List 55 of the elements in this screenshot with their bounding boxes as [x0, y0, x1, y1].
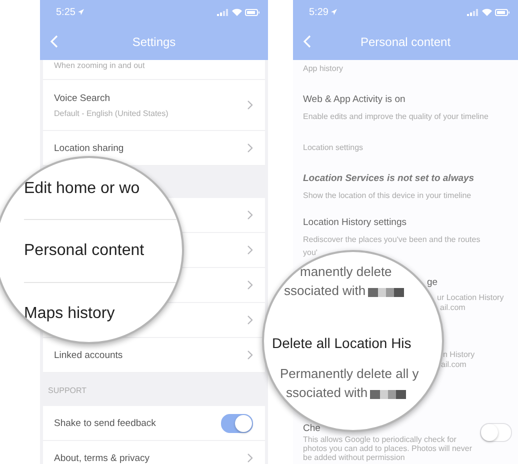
- toggle-switch[interactable]: [221, 414, 253, 432]
- setting-description: ail.com: [440, 360, 468, 369]
- screen-title: Settings: [132, 35, 176, 49]
- magnified-label: Maps history: [24, 305, 115, 323]
- setting-label: ge: [427, 277, 439, 288]
- setting-label[interactable]: Location History settings: [303, 217, 508, 228]
- setting-description: Rediscover the places you've been and the routes: [303, 235, 482, 244]
- section-header: App history: [302, 63, 344, 75]
- setting-label: Che: [303, 423, 322, 434]
- chevron-icon: [247, 280, 253, 290]
- signal-icon: [467, 8, 479, 16]
- chevron-icon: [247, 143, 253, 153]
- setting-label: Voice Search: [54, 93, 111, 104]
- chevron-icon: [247, 210, 253, 220]
- magnified-label: Personal content: [24, 242, 144, 260]
- magnified-label: ssociated with: [286, 385, 368, 400]
- setting-label: Shake to send feedback: [54, 418, 156, 428]
- section-header: SUPPORT: [47, 385, 88, 397]
- battery-icon: [245, 8, 260, 16]
- setting-description: you': [303, 248, 318, 257]
- setting-description: ur Location History: [436, 293, 505, 302]
- status-time: 5:29: [309, 6, 328, 18]
- back-icon[interactable]: [50, 35, 58, 48]
- magnified-label: manently delete: [300, 264, 392, 279]
- setting-description: ail.com: [439, 303, 466, 312]
- setting-description: Default - English (United States): [54, 109, 168, 118]
- magnified-label: Permanently delete all y: [280, 366, 419, 381]
- setting-label[interactable]: Web & App Activity is on: [303, 94, 508, 105]
- magnified-label: Delete all Location His: [272, 335, 412, 351]
- magnified-label: ssociated with: [284, 283, 366, 298]
- screen-title: Personal content: [360, 35, 451, 49]
- signal-icon: [217, 8, 229, 16]
- location-arrow-icon: [78, 9, 84, 15]
- setting-description: Enable edits and improve the quality of your timeline: [303, 112, 490, 121]
- setting-description: This allows Google to periodically check for photos you can add to places. Photos will never be added without permission: [303, 435, 473, 462]
- chevron-icon: [247, 350, 253, 360]
- setting-label[interactable]: Location Services is not set to always: [303, 173, 508, 184]
- battery-icon: [495, 8, 510, 16]
- magnified-label: Edit home or wo: [24, 180, 140, 198]
- chevron-icon: [247, 315, 253, 325]
- setting-description: When zooming in and out: [54, 61, 145, 70]
- setting-label: Linked accounts: [54, 350, 123, 360]
- chevron-icon: [247, 453, 253, 463]
- wifi-icon: [232, 8, 242, 16]
- setting-label: Location sharing: [54, 142, 124, 154]
- setting-description: n History: [442, 350, 476, 359]
- setting-label: About, terms & privacy: [54, 452, 150, 464]
- section-header: Location settings: [302, 142, 364, 154]
- setting-description: Show the location of this device in your timeline: [303, 191, 472, 200]
- back-icon[interactable]: [303, 35, 311, 48]
- chevron-icon: [247, 245, 253, 255]
- wifi-icon: [482, 8, 492, 16]
- location-arrow-icon: [331, 9, 338, 15]
- chevron-icon: [247, 100, 253, 110]
- status-time: 5:25: [56, 6, 76, 18]
